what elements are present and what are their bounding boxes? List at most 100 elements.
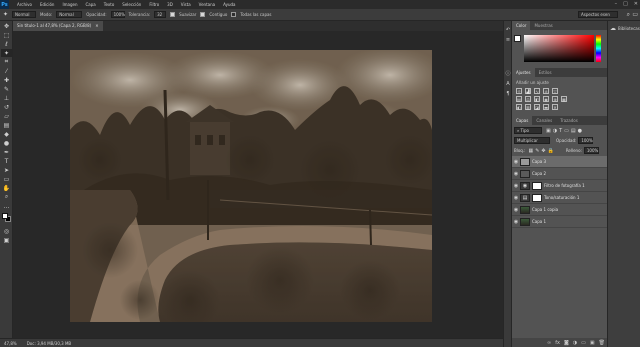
layer-mask-thumbnail[interactable] (532, 193, 542, 202)
maximize-button[interactable]: □ (623, 0, 628, 9)
close-tab-icon[interactable]: ✕ (95, 21, 98, 31)
channel-mixer-icon[interactable]: ⊕ (552, 96, 558, 102)
photo-filter-icon[interactable]: ◉ (543, 96, 549, 102)
mode-select[interactable]: Normal (56, 11, 83, 18)
curves-icon[interactable]: ∿ (534, 88, 540, 94)
invert-icon[interactable]: ◐ (516, 104, 522, 110)
hue-slider[interactable] (596, 35, 601, 62)
tab-channels[interactable]: Canales (532, 116, 556, 125)
add-mask-icon[interactable]: ◙ (564, 340, 569, 346)
layer-row[interactable]: ◉ Capa 2 (512, 168, 608, 180)
pen-tool-icon[interactable]: ✒ (1, 148, 12, 156)
color-lookup-icon[interactable]: ▦ (561, 96, 567, 102)
layer-mask-thumbnail[interactable] (532, 181, 542, 190)
vibrance-icon[interactable]: ▽ (552, 88, 558, 94)
minimize-button[interactable]: – (615, 0, 618, 9)
link-layers-icon[interactable]: ∞ (547, 340, 551, 346)
layer-row[interactable]: ◉ Capa 1 (512, 216, 608, 228)
arrange-icon[interactable]: ▭ (632, 11, 638, 18)
visibility-eye-icon[interactable]: ◉ (512, 207, 520, 213)
zoom-level[interactable]: 47,8% (4, 341, 17, 346)
filter-icons[interactable]: ▣◑T▭▤● (546, 128, 584, 134)
contiguous-checkbox[interactable] (200, 12, 206, 17)
color-swatches[interactable] (0, 212, 12, 226)
exposure-icon[interactable]: ± (543, 88, 549, 94)
tab-adjustments[interactable]: Ajustes (512, 68, 535, 77)
all-layers-checkbox[interactable] (231, 12, 237, 17)
menu-ayuda[interactable]: Ayuda (219, 2, 239, 7)
menu-imagen[interactable]: Imagen (58, 2, 81, 7)
zoom-tool-icon[interactable]: ⌕ (1, 193, 12, 201)
shape-tool-icon[interactable]: ▭ (1, 175, 12, 183)
stamp-tool-icon[interactable]: ⊥ (1, 94, 12, 102)
menu-capa[interactable]: Capa (82, 2, 100, 7)
visibility-eye-icon[interactable]: ◉ (512, 159, 520, 165)
layer-row[interactable]: ◉ ◉ Filtro de fotografía 1 (512, 180, 608, 192)
lasso-tool-icon[interactable]: ℓ (1, 40, 12, 48)
eyedropper-tool-icon[interactable]: ⁄ (1, 67, 12, 75)
layer-row[interactable]: ◉ ▤ Tono/saturación 1 (512, 192, 608, 204)
fill-input[interactable]: 100% (583, 147, 599, 154)
menu-vista[interactable]: Vista (177, 2, 195, 7)
quick-mask-icon[interactable]: ◎ (1, 227, 12, 235)
menu-archivo[interactable]: Archivo (13, 2, 36, 7)
layer-row[interactable]: ◉ Capa 1 copia (512, 204, 608, 216)
dodge-tool-icon[interactable]: ● (1, 139, 12, 147)
black-white-icon[interactable]: ◧ (534, 96, 540, 102)
screen-mode-icon[interactable]: ▣ (1, 236, 12, 244)
move-tool-icon[interactable]: ✥ (1, 22, 12, 30)
tolerance-input[interactable]: 32 (154, 11, 167, 18)
levels-icon[interactable]: ▟ (525, 88, 531, 94)
visibility-eye-icon[interactable]: ◉ (512, 195, 520, 201)
tab-swatches[interactable]: Muestras (530, 21, 556, 30)
brightness-contrast-icon[interactable]: ☼ (516, 88, 522, 94)
healing-tool-icon[interactable]: ✚ (1, 76, 12, 84)
tab-styles[interactable]: Estilos (535, 68, 556, 77)
search-icon[interactable]: ⌕ (627, 11, 630, 19)
visibility-eye-icon[interactable]: ◉ (512, 183, 520, 189)
selective-color-icon[interactable]: ✕ (552, 104, 558, 110)
color-picker-field[interactable] (524, 35, 594, 62)
foreground-color-chip[interactable] (514, 35, 521, 42)
new-layer-icon[interactable]: ▣ (590, 340, 595, 346)
eraser-tool-icon[interactable]: ▱ (1, 112, 12, 120)
new-group-icon[interactable]: ▭ (581, 340, 586, 346)
gradient-map-icon[interactable]: ▬ (543, 104, 549, 110)
layer-opacity-input[interactable]: 100% (578, 137, 594, 144)
close-window-button[interactable]: ✕ (634, 0, 638, 9)
menu-filtro[interactable]: Filtro (145, 2, 163, 7)
hue-saturation-icon[interactable]: ▤ (516, 96, 522, 102)
color-balance-icon[interactable]: ⚖ (525, 96, 531, 102)
new-adjustment-icon[interactable]: ◑ (573, 340, 577, 346)
canvas-area[interactable] (13, 31, 503, 338)
document-tab[interactable]: Sin título-1 al 47,8% (Capa 2, RGB/8) ✕ (13, 21, 103, 31)
opacity-input[interactable]: 100% (110, 11, 125, 18)
workspace-select[interactable]: Aspectos esen (578, 11, 618, 18)
menu-3d[interactable]: 3D (163, 2, 177, 7)
document-canvas[interactable] (70, 50, 432, 322)
marquee-tool-icon[interactable]: ⬚ (1, 31, 12, 39)
layer-kind-filter[interactable]: ⌕ Tipo (514, 127, 542, 134)
gradient-tool-icon[interactable]: ▤ (1, 121, 12, 129)
menu-ventana[interactable]: Ventana (195, 2, 219, 7)
brush-tool-icon[interactable]: ✎ (1, 85, 12, 93)
tab-color[interactable]: Color (512, 21, 531, 30)
posterize-icon[interactable]: ▥ (525, 104, 531, 110)
foreground-color-swatch[interactable] (2, 213, 8, 219)
menu-edicion[interactable]: Edición (36, 2, 58, 7)
delete-layer-icon[interactable]: 🗑 (599, 340, 605, 346)
menu-seleccion[interactable]: Selección (118, 2, 145, 7)
magic-wand-tool-icon[interactable]: ✦ (1, 49, 12, 57)
path-selection-tool-icon[interactable]: ➤ (1, 166, 12, 174)
antialias-checkbox[interactable] (170, 12, 176, 17)
blur-tool-icon[interactable]: ◆ (1, 130, 12, 138)
lock-icons[interactable]: ▦✎✥🔒 (528, 148, 555, 154)
more-tools-icon[interactable]: … (1, 202, 12, 210)
menu-texto[interactable]: Texto (100, 2, 119, 7)
crop-tool-icon[interactable]: ⌗ (1, 58, 12, 66)
tab-layers[interactable]: Capas (512, 116, 533, 125)
hand-tool-icon[interactable]: ✋ (1, 184, 12, 192)
visibility-eye-icon[interactable]: ◉ (512, 171, 520, 177)
layer-row[interactable]: ◉ Capa 3 (512, 156, 608, 168)
visibility-eye-icon[interactable]: ◉ (512, 219, 520, 225)
